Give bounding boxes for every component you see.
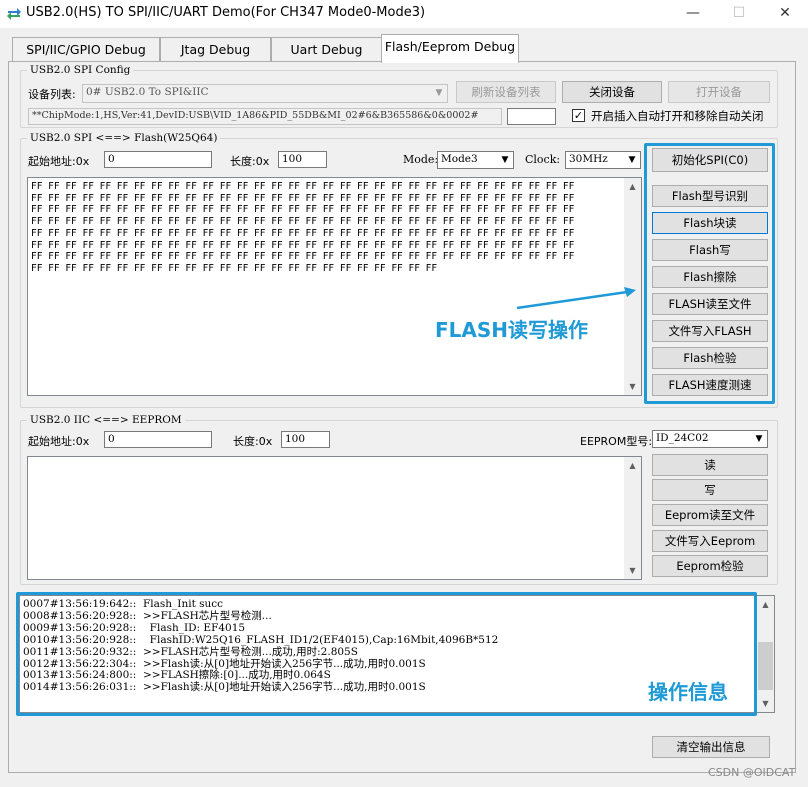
clear-output-button[interactable]: 清空输出信息 — [652, 736, 770, 758]
flash-data-line: FF FF FF FF FF FF FF FF FF FF FF FF FF F… — [31, 216, 575, 228]
eeprom-data-textarea[interactable] — [27, 456, 642, 580]
usb-transfer-icon — [7, 8, 21, 20]
flash-start-addr-input[interactable]: 0 — [104, 151, 212, 168]
flash-speed-test-button[interactable]: FLASH速度测速 — [652, 374, 768, 396]
tab-uart-debug[interactable]: Uart Debug — [271, 37, 382, 62]
clock-label: Clock: — [525, 153, 561, 166]
eeprom-verify-button[interactable]: Eeprom检验 — [652, 555, 768, 577]
flash-data-line: FF FF FF FF FF FF FF FF FF FF FF FF FF F… — [31, 227, 575, 239]
device-list-select[interactable]: 0# USB2.0 To SPI&IIC ▼ — [82, 84, 448, 103]
device-info-field: **ChipMode:1,HS,Ver:41,DevID:USB\VID_1A8… — [28, 108, 502, 125]
annotation-arrow-icon — [516, 287, 636, 310]
spi-flash-group-title: USB2.0 SPI <==> Flash(W25Q64) — [27, 132, 221, 144]
flash-data-line: FF FF FF FF FF FF FF FF FF FF FF FF FF F… — [31, 204, 575, 216]
close-device-button[interactable]: 关闭设备 — [562, 81, 662, 103]
device-info-extra-field[interactable] — [507, 108, 556, 125]
log-annotation-label: 操作信息 — [648, 680, 728, 704]
flash-erase-button[interactable]: Flash擦除 — [652, 266, 768, 288]
auto-open-label: 开启插入自动打开和移除自动关闭 — [591, 109, 764, 123]
log-scrollbar[interactable]: ▲ ▼ — [757, 596, 774, 712]
spi-config-group-title: USB2.0 SPI Config — [27, 64, 134, 76]
flash-id-detect-button[interactable]: Flash型号识别 — [652, 185, 768, 207]
flash-block-read-button[interactable]: Flash块读 — [652, 212, 768, 234]
flash-data-line: FF FF FF FF FF FF FF FF FF FF FF FF FF F… — [31, 262, 438, 274]
flash-data-line: FF FF FF FF FF FF FF FF FF FF FF FF FF F… — [31, 239, 575, 251]
window-title: USB2.0(HS) TO SPI/IIC/UART Demo(For CH34… — [26, 5, 426, 20]
flash-data-line: FF FF FF FF FF FF FF FF FF FF FF FF FF F… — [31, 181, 575, 192]
eeprom-type-label: EEPROM型号: — [580, 435, 653, 448]
flash-data-line: FF FF FF FF FF FF FF FF FF FF FF FF FF F… — [31, 192, 575, 204]
clock-select[interactable]: 30MHz ▼ — [565, 151, 641, 169]
eeprom-read-to-file-button[interactable]: Eeprom读至文件 — [652, 504, 768, 526]
flash-data-line: FF FF FF FF FF FF FF FF FF FF FF FF FF F… — [31, 251, 575, 263]
flash-data-content: FF FF FF FF FF FF FF FF FF FF FF FF FF F… — [31, 181, 621, 275]
scroll-up-icon[interactable]: ▲ — [757, 596, 774, 613]
flash-write-button[interactable]: Flash写 — [652, 239, 768, 261]
eeprom-write-button[interactable]: 写 — [652, 479, 768, 501]
eeprom-start-addr-input[interactable]: 0 — [104, 431, 212, 448]
chevron-down-icon: ▼ — [624, 152, 640, 168]
watermark: CSDN @OIDCAT — [708, 766, 796, 779]
file-write-flash-button[interactable]: 文件写入FLASH — [652, 320, 768, 342]
maximize-button[interactable]: ☐ — [716, 0, 762, 28]
iic-eeprom-group-title: USB2.0 IIC <==> EEPROM — [27, 414, 185, 426]
chevron-down-icon: ▼ — [431, 85, 447, 101]
refresh-devices-button[interactable]: 刷新设备列表 — [456, 81, 556, 103]
eeprom-length-label: 长度:0x — [233, 435, 273, 448]
chevron-down-icon: ▼ — [751, 431, 767, 447]
scroll-up-icon[interactable]: ▲ — [624, 457, 641, 474]
flash-length-input[interactable]: 100 — [278, 151, 327, 168]
scroll-down-icon[interactable]: ▼ — [624, 562, 641, 579]
flash-read-to-file-button[interactable]: FLASH读至文件 — [652, 293, 768, 315]
tab-jtag-debug[interactable]: Jtag Debug — [160, 37, 271, 62]
eeprom-start-addr-label: 起始地址:0x — [28, 435, 90, 448]
scroll-down-icon[interactable]: ▼ — [624, 378, 641, 395]
mode-label: Mode: — [403, 153, 439, 166]
flash-length-label: 长度:0x — [230, 155, 270, 168]
eeprom-length-input[interactable]: 100 — [281, 431, 330, 448]
device-selected-value: 0# USB2.0 To SPI&IIC — [86, 86, 209, 98]
log-highlight — [16, 592, 757, 716]
mode-value: Mode3 — [441, 153, 478, 165]
file-write-eeprom-button[interactable]: 文件写入Eeprom — [652, 530, 768, 552]
scroll-down-icon[interactable]: ▼ — [757, 695, 774, 712]
eeprom-data-scrollbar[interactable]: ▲ ▼ — [624, 457, 641, 579]
tab-flash-eeprom-debug[interactable]: Flash/Eeprom Debug — [381, 34, 519, 63]
flash-verify-button[interactable]: Flash检验 — [652, 347, 768, 369]
scroll-up-icon[interactable]: ▲ — [624, 178, 641, 195]
device-list-label: 设备列表: — [28, 88, 76, 101]
clock-value: 30MHz — [569, 153, 608, 165]
close-window-button[interactable]: ✕ — [762, 0, 808, 28]
eeprom-read-button[interactable]: 读 — [652, 454, 768, 476]
tab-spi-iic-gpio-debug[interactable]: SPI/IIC/GPIO Debug — [12, 37, 160, 62]
eeprom-type-value: ID_24C02 — [656, 432, 709, 444]
flash-start-addr-label: 起始地址:0x — [28, 155, 90, 168]
eeprom-type-select[interactable]: ID_24C02 ▼ — [652, 430, 768, 448]
log-scroll-thumb[interactable] — [758, 642, 773, 690]
open-device-button[interactable]: 打开设备 — [668, 81, 770, 103]
chevron-down-icon: ▼ — [497, 152, 513, 168]
auto-open-checkbox[interactable]: ✓ — [572, 109, 585, 122]
mode-select[interactable]: Mode3 ▼ — [437, 151, 514, 169]
minimize-button[interactable]: — — [670, 0, 716, 28]
init-spi-button[interactable]: 初始化SPI(C0) — [652, 148, 768, 172]
flash-annotation-label: FLASH读写操作 — [435, 318, 589, 342]
